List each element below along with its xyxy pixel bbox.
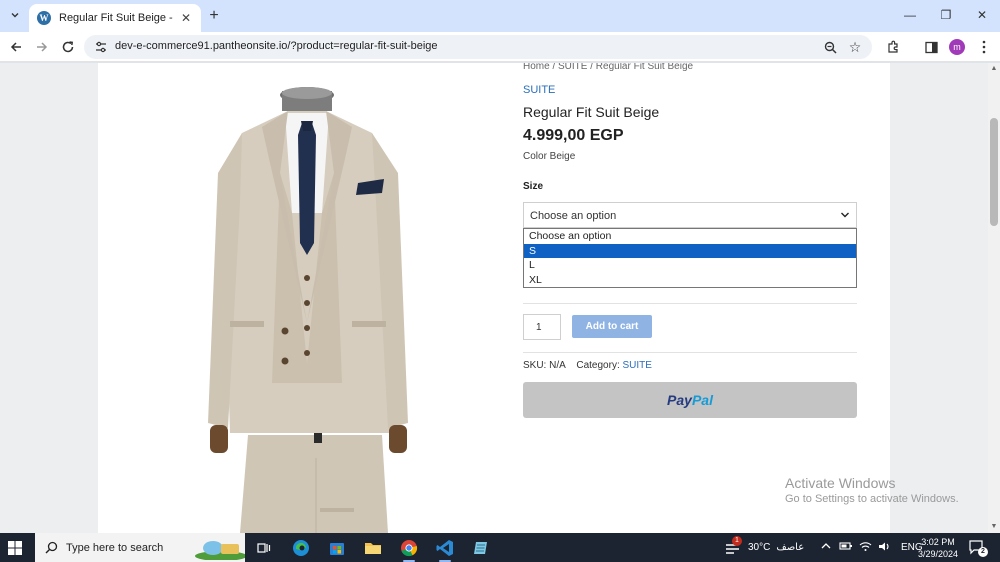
category-value-link[interactable]: SUITE	[623, 360, 652, 371]
task-view-icon[interactable]	[252, 536, 276, 560]
size-option-choose[interactable]: Choose an option	[524, 229, 856, 244]
product-title: Regular Fit Suit Beige	[523, 104, 660, 120]
paypal-logo: PayPal	[667, 392, 713, 408]
vscode-icon[interactable]	[433, 536, 457, 562]
window-controls: — ❐ ✕	[892, 0, 1000, 30]
battery-icon[interactable]	[839, 541, 853, 554]
minimize-icon[interactable]: —	[892, 0, 928, 30]
category-label: Category:	[576, 360, 620, 371]
product-meta: SKU: N/A Category: SUITE	[523, 360, 652, 371]
search-icon	[45, 541, 58, 554]
suit-illustration	[208, 87, 408, 533]
sku-label: SKU:	[523, 360, 547, 371]
browser-tab[interactable]: W Regular Fit Suit Beige - ✕	[29, 4, 201, 32]
size-select-value: Choose an option	[530, 210, 617, 222]
clock-date: 3/29/2024	[917, 549, 959, 559]
url-text[interactable]: dev-e-commerce91.pantheonsite.io/?produc…	[115, 40, 438, 52]
scroll-down-icon[interactable]: ▼	[990, 523, 998, 531]
close-window-icon[interactable]: ✕	[964, 0, 1000, 30]
site-info-icon[interactable]	[94, 40, 108, 54]
size-option-xl[interactable]: XL	[524, 273, 856, 288]
show-hidden-icons[interactable]	[820, 542, 832, 553]
page-viewport: Home / SUITE / Regular Fit Suit Beige SU…	[0, 63, 988, 533]
profile-avatar[interactable]: m	[948, 38, 966, 56]
wordpress-icon: W	[37, 11, 51, 25]
scroll-up-icon[interactable]: ▲	[990, 65, 998, 73]
wifi-icon[interactable]	[859, 541, 872, 555]
category-link[interactable]: SUITE	[523, 84, 555, 96]
notepad-app-icon[interactable]	[469, 536, 493, 560]
activate-windows-watermark: Activate Windows Go to Settings to activ…	[785, 475, 959, 505]
paypal-button[interactable]: PayPal	[523, 382, 857, 418]
browser-toolbar: dev-e-commerce91.pantheonsite.io/?produc…	[0, 32, 1000, 62]
microsoft-store-icon[interactable]	[325, 536, 349, 560]
clock-time: 3:02 PM	[921, 537, 955, 547]
size-select[interactable]: Choose an option	[523, 202, 857, 228]
divider	[523, 303, 857, 304]
menu-kebab-icon[interactable]	[975, 38, 993, 56]
system-tray: ENG	[820, 533, 923, 562]
bookmark-star-icon[interactable]: ☆	[847, 39, 863, 55]
product-page: Home / SUITE / Regular Fit Suit Beige SU…	[98, 63, 890, 533]
edge-browser-icon[interactable]	[289, 536, 313, 560]
scrollbar-thumb[interactable]	[990, 118, 998, 226]
product-price: 4.999,00 EGP	[523, 127, 624, 144]
notifications-icon: 2	[968, 539, 988, 557]
file-explorer-icon[interactable]	[361, 536, 385, 560]
address-bar[interactable]: dev-e-commerce91.pantheonsite.io/?produc…	[84, 35, 872, 59]
product-image[interactable]	[130, 63, 492, 533]
taskbar-search-box[interactable]: Type here to search	[35, 533, 245, 562]
taskbar-clock[interactable]: 3:02 PM 3/29/2024	[912, 536, 964, 560]
tab-search-button[interactable]	[6, 6, 24, 24]
size-option-s[interactable]: S	[524, 243, 856, 258]
weather-icon: 1	[724, 535, 742, 557]
page-scrollbar[interactable]: ▲ ▼	[988, 63, 1000, 533]
side-panel-icon[interactable]	[922, 38, 940, 56]
weather-widget[interactable]: 1 30°C عاصف	[724, 533, 804, 562]
back-icon[interactable]	[7, 38, 25, 56]
browser-tab-bar: W Regular Fit Suit Beige - ✕ + — ❐ ✕	[0, 0, 1000, 32]
divider	[523, 352, 857, 353]
notification-count: 2	[978, 546, 988, 557]
chevron-down-icon	[841, 212, 849, 218]
search-highlight-icon	[195, 541, 245, 560]
notification-center[interactable]: 2	[968, 533, 988, 562]
size-label: Size	[523, 181, 544, 192]
search-placeholder: Type here to search	[66, 541, 164, 554]
sku-value: N/A	[549, 360, 566, 371]
windows-taskbar: Type here to search 1 30°C عاصف ENG 3:02…	[0, 533, 1000, 562]
chrome-icon[interactable]	[397, 536, 421, 562]
volume-icon[interactable]	[878, 541, 891, 555]
breadcrumb[interactable]: Home / SUITE / Regular Fit Suit Beige	[523, 63, 693, 72]
windows-start-icon[interactable]	[6, 539, 24, 557]
size-option-l[interactable]: L	[524, 258, 856, 273]
close-tab-icon[interactable]: ✕	[179, 11, 193, 25]
reload-icon[interactable]	[59, 38, 77, 56]
size-options-list: Choose an option S L XL	[523, 228, 857, 288]
weather-desc: عاصف	[776, 542, 805, 553]
chevron-down-icon	[11, 13, 19, 18]
weather-badge: 1	[732, 535, 742, 546]
restore-icon[interactable]: ❐	[928, 0, 964, 30]
zoom-icon[interactable]	[822, 39, 838, 55]
tab-title: Regular Fit Suit Beige -	[59, 12, 173, 24]
forward-icon[interactable]	[33, 38, 51, 56]
product-color: Color Beige	[523, 151, 576, 162]
quantity-input[interactable]: 1	[523, 314, 561, 340]
add-to-cart-button[interactable]: Add to cart	[572, 315, 652, 338]
extensions-icon[interactable]	[884, 38, 902, 56]
new-tab-button[interactable]: +	[205, 7, 223, 25]
weather-temp: 30°C	[748, 542, 771, 553]
